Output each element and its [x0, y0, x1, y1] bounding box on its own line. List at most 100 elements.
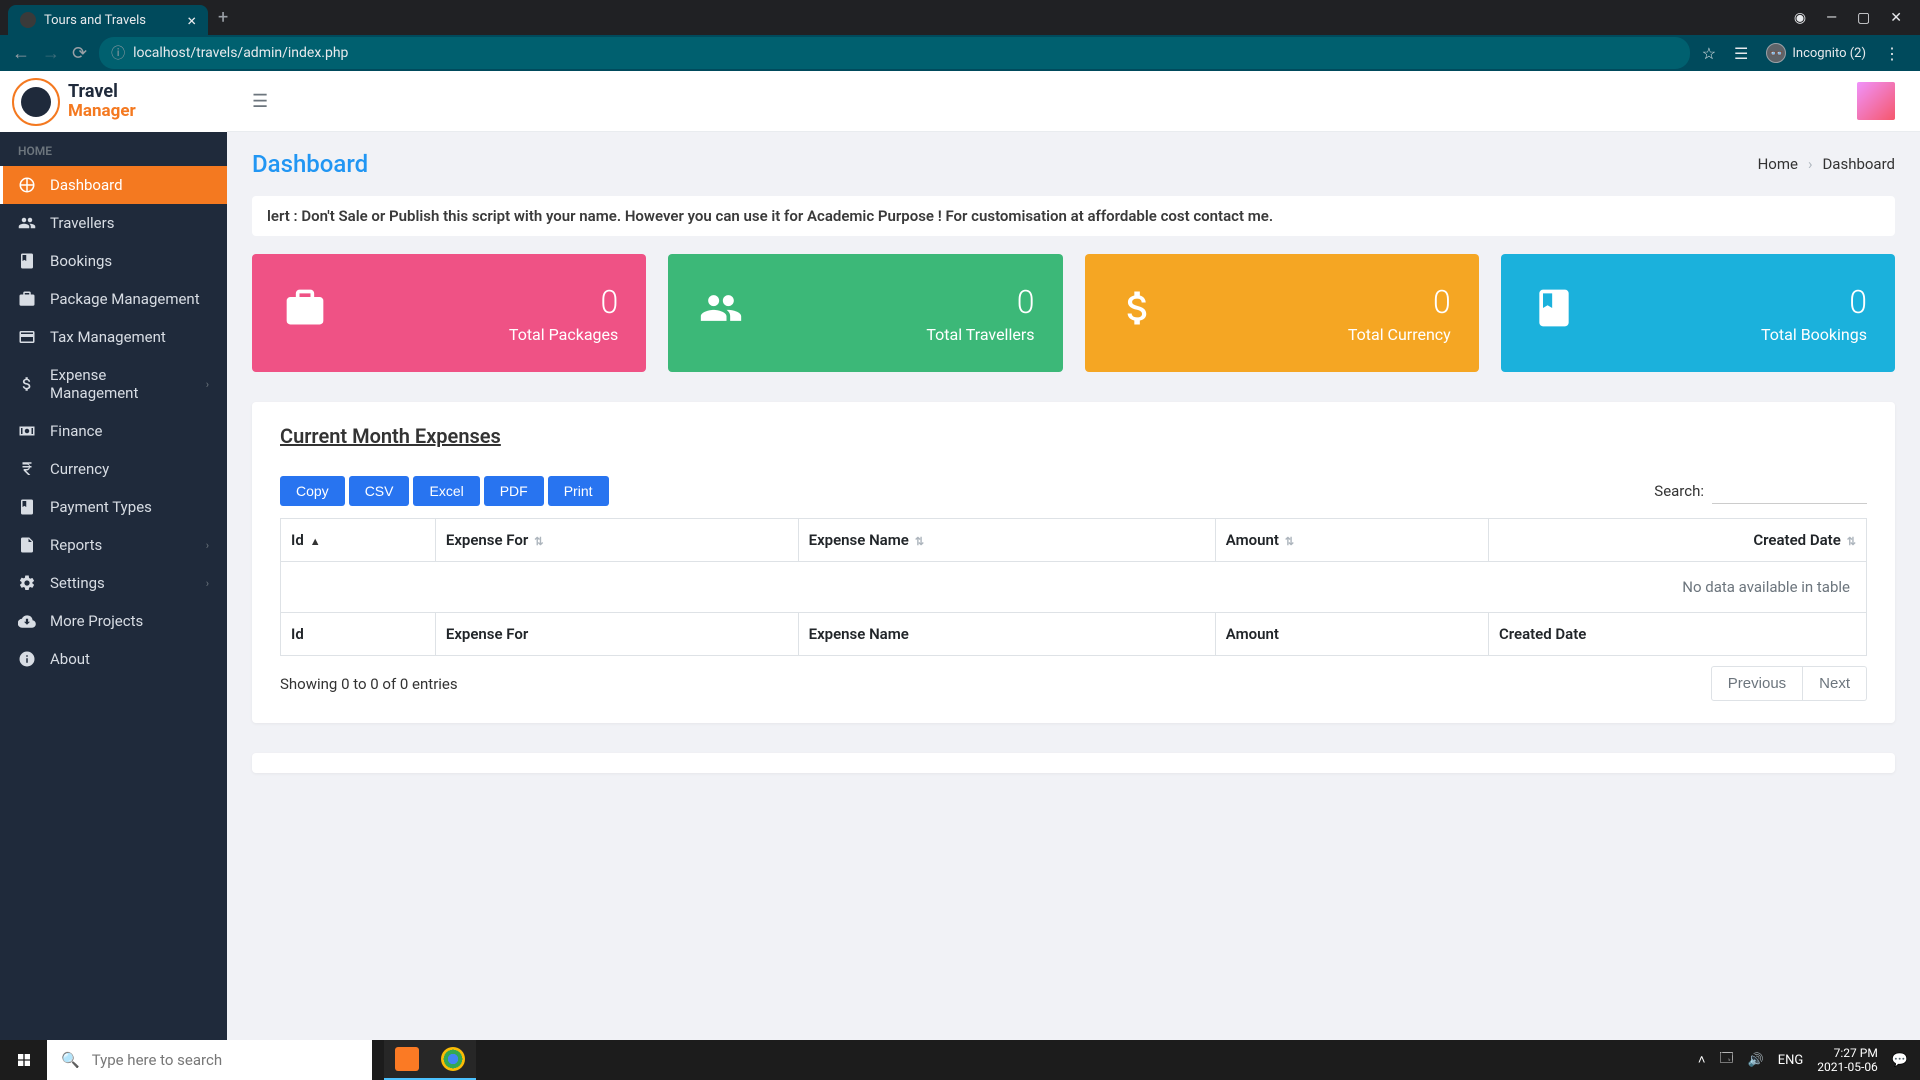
tab-title: Tours and Travels	[44, 13, 146, 28]
sidebar-item-label: Tax Management	[50, 328, 166, 346]
col-expense-for[interactable]: Expense For⇅	[435, 519, 798, 562]
forward-icon[interactable]: →	[42, 43, 60, 64]
no-data-row: No data available in table	[281, 562, 1867, 613]
sidebar-item-travellers[interactable]: Travellers	[0, 204, 227, 242]
users-icon	[18, 214, 36, 232]
sort-icon: ⇅	[1285, 535, 1294, 548]
sidebar-item-currency[interactable]: Currency	[0, 450, 227, 488]
browser-tab-bar: Tours and Travels × + ◉ — ▢ ✕	[0, 0, 1920, 35]
next-button[interactable]: Next	[1803, 666, 1867, 701]
col-expense-name[interactable]: Expense Name⇅	[798, 519, 1215, 562]
stat-label: Total Bookings	[1761, 325, 1867, 344]
sidebar-item-payment-types[interactable]: Payment Types	[0, 488, 227, 526]
notifications-icon[interactable]: 💬	[1892, 1053, 1908, 1068]
clock[interactable]: 7:27 PM 2021-05-06	[1817, 1046, 1878, 1075]
minimize-icon[interactable]: —	[1826, 10, 1837, 26]
tab-close-icon[interactable]: ×	[187, 11, 196, 30]
foot-amount: Amount	[1215, 613, 1488, 656]
stat-total-travellers[interactable]: 0 Total Travellers	[668, 254, 1062, 372]
stat-label: Total Travellers	[926, 325, 1034, 344]
taskbar-app-xampp[interactable]	[384, 1040, 430, 1080]
sort-icon: ⇅	[534, 535, 543, 548]
battery-icon[interactable]: 🗔	[1719, 1049, 1733, 1071]
excel-button[interactable]: Excel	[413, 476, 479, 506]
sidebar-item-about[interactable]: About	[0, 640, 227, 678]
reading-list-icon[interactable]: ☰	[1734, 44, 1748, 63]
start-button[interactable]	[0, 1040, 47, 1080]
sidebar-item-bookings[interactable]: Bookings	[0, 242, 227, 280]
stat-label: Total Packages	[509, 325, 618, 344]
col-created-date[interactable]: Created Date⇅	[1488, 519, 1866, 562]
sidebar-item-expense-management[interactable]: Expense Management ›	[0, 356, 227, 412]
sidebar-item-label: Currency	[50, 460, 109, 478]
bookmark-icon[interactable]: ☆	[1702, 44, 1716, 63]
sort-asc-icon: ▲	[310, 535, 321, 548]
brand-logo[interactable]: Travel Manager	[0, 71, 227, 132]
close-window-icon[interactable]: ✕	[1890, 10, 1902, 26]
url-text: localhost/travels/admin/index.php	[133, 45, 348, 61]
taskbar-search[interactable]: 🔍 Type here to search	[47, 1040, 372, 1080]
sort-icon: ⇅	[915, 535, 924, 548]
language-indicator[interactable]: ENG	[1778, 1053, 1804, 1068]
file-icon	[18, 536, 36, 554]
topbar: ☰	[227, 71, 1920, 132]
book-icon	[18, 252, 36, 270]
hamburger-icon[interactable]: ☰	[252, 91, 268, 112]
sidebar-item-finance[interactable]: Finance	[0, 412, 227, 450]
url-input[interactable]: ⓘ localhost/travels/admin/index.php	[99, 37, 1690, 69]
sidebar-item-reports[interactable]: Reports ›	[0, 526, 227, 564]
sidebar-item-label: Finance	[50, 422, 102, 440]
pdf-button[interactable]: PDF	[484, 476, 544, 506]
logo-icon	[12, 78, 60, 126]
foot-id: Id	[281, 613, 436, 656]
incognito-icon: 👓	[1766, 43, 1786, 63]
col-id[interactable]: Id▲	[281, 519, 436, 562]
browser-tab[interactable]: Tours and Travels ×	[8, 5, 208, 35]
tray-chevron-icon[interactable]: ˄	[1698, 1052, 1706, 1068]
sound-icon[interactable]: 🔊	[1748, 1053, 1764, 1068]
sidebar-item-label: Travellers	[50, 214, 114, 232]
sidebar-item-package-management[interactable]: Package Management	[0, 280, 227, 318]
breadcrumb-home[interactable]: Home	[1758, 155, 1798, 173]
sidebar-item-label: About	[50, 650, 90, 668]
stat-total-currency[interactable]: 0 Total Currency	[1085, 254, 1479, 372]
browser-menu-icon[interactable]: ⋮	[1884, 44, 1900, 63]
expenses-panel: Current Month Expenses Copy CSV Excel PD…	[252, 402, 1895, 723]
taskbar-app-chrome[interactable]	[430, 1040, 476, 1080]
sidebar-item-label: More Projects	[50, 612, 143, 630]
maximize-icon[interactable]: ▢	[1857, 10, 1870, 26]
breadcrumb-current: Dashboard	[1822, 155, 1895, 173]
stat-total-packages[interactable]: 0 Total Packages	[252, 254, 646, 372]
search-icon: 🔍	[61, 1051, 80, 1069]
chevron-right-icon: ›	[206, 577, 209, 590]
csv-button[interactable]: CSV	[349, 476, 410, 506]
sidebar-item-settings[interactable]: Settings ›	[0, 564, 227, 602]
user-avatar[interactable]	[1857, 82, 1895, 120]
previous-button[interactable]: Previous	[1711, 666, 1803, 701]
profile-icon[interactable]: ◉	[1794, 10, 1806, 26]
stat-label: Total Currency	[1348, 325, 1451, 344]
sidebar-item-label: Settings	[50, 574, 105, 592]
sidebar-item-label: Dashboard	[50, 176, 123, 194]
stat-total-bookings[interactable]: 0 Total Bookings	[1501, 254, 1895, 372]
page-title: Dashboard	[252, 150, 368, 178]
new-tab-button[interactable]: +	[218, 7, 228, 28]
expenses-table: Id▲ Expense For⇅ Expense Name⇅ Amount⇅ C…	[280, 518, 1867, 656]
print-button[interactable]: Print	[548, 476, 609, 506]
sidebar-item-more-projects[interactable]: More Projects	[0, 602, 227, 640]
col-amount[interactable]: Amount⇅	[1215, 519, 1488, 562]
sidebar-item-tax-management[interactable]: Tax Management	[0, 318, 227, 356]
book-icon	[1529, 286, 1579, 340]
incognito-badge[interactable]: 👓 Incognito (2)	[1766, 43, 1866, 63]
taskbar: 🔍 Type here to search ˄ 🗔 🔊 ENG 7:27 PM …	[0, 1040, 1920, 1080]
sidebar-item-label: Expense Management	[50, 366, 192, 402]
tab-favicon	[20, 12, 36, 28]
gear-icon	[18, 574, 36, 592]
stat-value: 0	[926, 283, 1034, 321]
back-icon[interactable]: ←	[12, 43, 30, 64]
reload-icon[interactable]: ⟳	[72, 43, 87, 64]
sidebar-item-dashboard[interactable]: Dashboard	[0, 166, 227, 204]
copy-button[interactable]: Copy	[280, 476, 345, 506]
search-input[interactable]	[1712, 479, 1867, 504]
site-info-icon[interactable]: ⓘ	[111, 43, 125, 63]
